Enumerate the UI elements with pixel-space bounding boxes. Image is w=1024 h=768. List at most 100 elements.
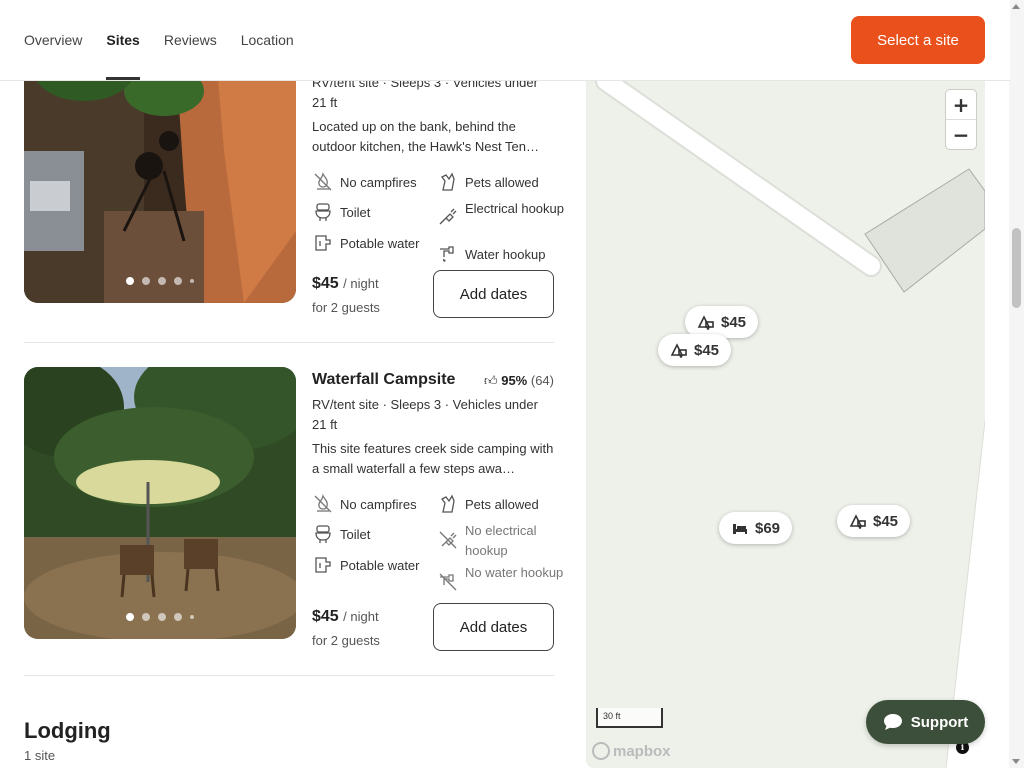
rv-tent-icon	[849, 514, 866, 529]
carousel-dot[interactable]	[158, 613, 166, 621]
site-price: $45 / night	[312, 275, 379, 293]
carousel-dot[interactable]	[174, 613, 182, 621]
map-base	[595, 81, 985, 768]
rating-percent: 95%	[501, 373, 528, 388]
pin-price: $69	[755, 519, 781, 537]
thumbs-up-icon: 👍︎	[484, 373, 498, 388]
amenity-label: No campfires	[340, 497, 417, 512]
water-hookup-icon	[440, 246, 454, 262]
amenity-label: Pets allowed	[465, 497, 539, 512]
section-tabs: Overview Sites Reviews Location	[24, 0, 294, 80]
amenity-label: No campfires	[340, 175, 417, 190]
tab-sites[interactable]: Sites	[106, 0, 141, 80]
no-campfire-icon	[314, 494, 332, 513]
tab-label: Location	[240, 32, 294, 48]
top-nav: Overview Sites Reviews Location Select a…	[0, 0, 1010, 81]
carousel-dot[interactable]	[142, 613, 150, 621]
support-button[interactable]: Support	[866, 700, 985, 744]
tab-location[interactable]: Location	[241, 0, 294, 80]
page-scrollbar[interactable]	[1009, 0, 1024, 768]
scroll-up-arrow-icon[interactable]	[1012, 4, 1020, 9]
carousel-dot[interactable]	[190, 279, 194, 283]
support-label: Support	[910, 713, 969, 731]
site-description: Located up on the bank, behind the outdo…	[312, 119, 539, 154]
potable-water-icon	[315, 557, 331, 573]
amenity-label: Potable water	[340, 558, 420, 573]
toilet-icon	[315, 203, 331, 221]
photo-carousel-dots	[24, 277, 296, 285]
pin-price: $45	[873, 512, 899, 530]
site-header: Waterfall Campsite 👍︎ 95% (64)	[312, 371, 554, 393]
potable-water-icon	[315, 235, 331, 251]
carousel-dot[interactable]	[190, 615, 194, 619]
scrollbar-thumb[interactable]	[1012, 228, 1021, 308]
price-value: $45	[312, 608, 339, 625]
bed-icon	[733, 524, 747, 534]
select-site-button[interactable]: Select a site	[851, 16, 985, 64]
pets-allowed-icon	[441, 172, 455, 191]
zoom-controls: + −	[946, 90, 976, 149]
carousel-dot[interactable]	[126, 277, 134, 285]
scroll-down-arrow-icon[interactable]	[1012, 759, 1020, 764]
carousel-dot[interactable]	[142, 277, 150, 285]
photo-carousel-dots	[24, 613, 296, 621]
amenity-label: Pets allowed	[465, 175, 539, 190]
site-rating: 👍︎ 95% (64)	[484, 373, 554, 389]
amenity-label: Electrical hookup	[465, 201, 564, 216]
no-campfire-icon	[314, 172, 332, 191]
site-description: This site features creek side camping wi…	[312, 441, 554, 476]
amenity-label: No electrical hookup	[465, 523, 537, 558]
guest-count: for 2 guests	[312, 300, 380, 315]
carousel-dot[interactable]	[158, 277, 166, 285]
zoom-out-button[interactable]: −	[946, 120, 976, 149]
map-pin[interactable]: $69	[719, 512, 793, 544]
mapbox-logo-text: mapbox	[613, 742, 671, 760]
add-dates-button[interactable]: Add dates	[433, 603, 554, 651]
divider	[24, 675, 554, 676]
rv-tent-icon	[670, 343, 687, 358]
tab-label: Overview	[24, 32, 83, 48]
divider	[24, 342, 554, 343]
zoom-in-button[interactable]: +	[946, 90, 976, 119]
mapbox-logo-icon	[592, 742, 610, 760]
price-unit: / night	[343, 609, 379, 624]
rv-tent-icon	[697, 315, 714, 330]
site-price: $45 / night	[312, 608, 379, 626]
carousel-dot[interactable]	[126, 613, 134, 621]
tab-label: Sites	[106, 32, 140, 48]
tab-reviews[interactable]: Reviews	[164, 0, 217, 80]
no-water-hookup-icon	[439, 573, 457, 591]
rating-count: (64)	[530, 373, 554, 388]
amenity-label: Toilet	[340, 527, 371, 542]
guest-count: for 2 guests	[312, 633, 380, 648]
site-photo[interactable]	[24, 367, 296, 639]
map-scale: 30 ft	[596, 708, 663, 728]
tab-overview[interactable]: Overview	[24, 0, 82, 80]
site-info: RV/tent site · Sleeps 3 · Vehicles under…	[312, 73, 554, 157]
site-map[interactable]: + − $45 $45 $69 $45 30 ft mapbox i	[586, 81, 985, 768]
tab-label: Reviews	[163, 32, 217, 48]
toilet-icon	[315, 525, 331, 543]
no-electrical-hookup-icon	[439, 531, 457, 549]
site-info: Waterfall Campsite 👍︎ 95% (64) RV/tent s…	[312, 371, 554, 479]
map-pin[interactable]: $45	[837, 505, 911, 537]
pets-allowed-icon	[441, 494, 455, 513]
price-unit: / night	[343, 276, 379, 291]
mapbox-logo[interactable]: mapbox	[592, 742, 671, 760]
map-pin[interactable]: $45	[658, 334, 732, 366]
site-name[interactable]: Waterfall Campsite	[312, 371, 455, 388]
site-meta: RV/tent site · Sleeps 3 · Vehicles under…	[312, 397, 538, 432]
amenity-label: No water hookup	[465, 565, 564, 580]
price-value: $45	[312, 275, 339, 292]
amenity-label: Water hookup	[465, 247, 546, 262]
chat-bubble-icon	[883, 714, 902, 730]
amenity-label: Toilet	[340, 205, 371, 220]
pin-price: $45	[694, 341, 720, 359]
amenity-label: Potable water	[340, 236, 420, 251]
lodging-count: 1 site	[24, 748, 56, 763]
carousel-dot[interactable]	[174, 277, 182, 285]
site-photo-image	[24, 367, 296, 639]
add-dates-button[interactable]: Add dates	[433, 270, 554, 318]
electrical-hookup-icon	[439, 208, 457, 225]
lodging-heading: Lodging	[24, 718, 111, 743]
